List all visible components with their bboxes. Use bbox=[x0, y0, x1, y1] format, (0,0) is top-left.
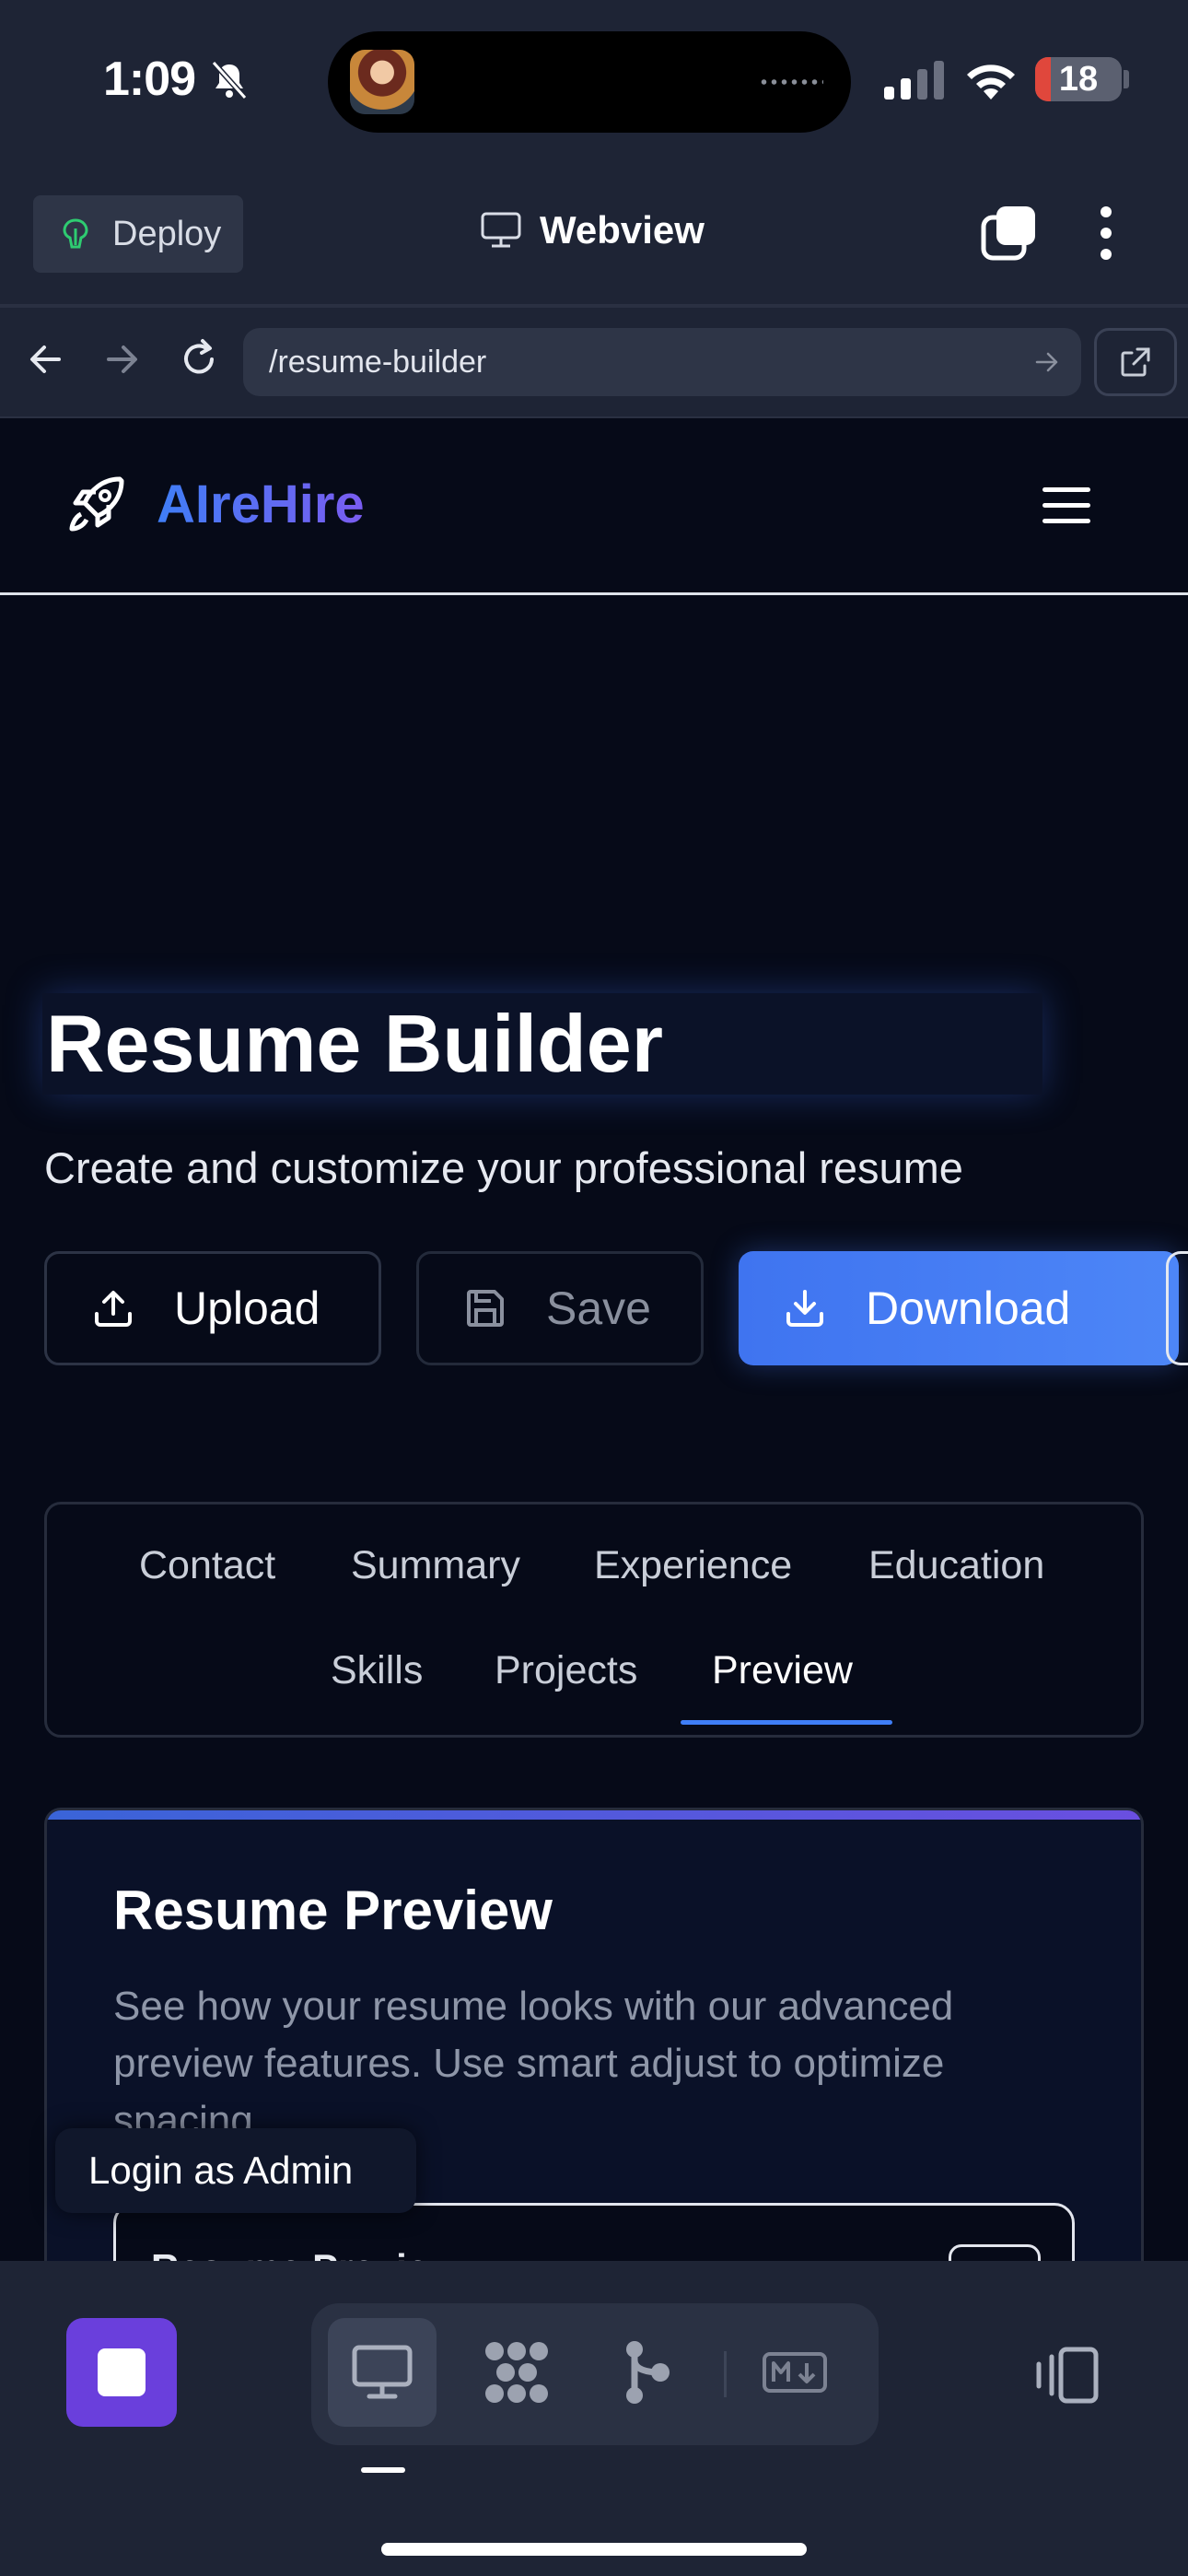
home-indicator bbox=[381, 2543, 807, 2556]
panel-toggle-icon[interactable] bbox=[1033, 2346, 1100, 2405]
active-tab-indicator bbox=[681, 1720, 892, 1725]
tool-separator bbox=[724, 2351, 727, 2397]
forward-arrow-icon[interactable] bbox=[98, 335, 146, 383]
site-header: AIreHire bbox=[0, 418, 1188, 595]
tab-projects[interactable]: Projects bbox=[495, 1648, 637, 1693]
tab-summary[interactable]: Summary bbox=[351, 1543, 520, 1588]
branch-icon bbox=[626, 2341, 670, 2404]
monitor-icon bbox=[481, 212, 521, 248]
status-time: 1:09 bbox=[103, 53, 196, 106]
page-title: Resume Builder bbox=[42, 993, 1042, 1095]
active-tool-indicator bbox=[361, 2467, 405, 2473]
go-arrow-icon[interactable] bbox=[1033, 348, 1061, 376]
monitor-icon bbox=[352, 2345, 413, 2399]
markdown-view-button[interactable] bbox=[740, 2318, 849, 2427]
upload-button[interactable]: Upload bbox=[44, 1251, 381, 1365]
download-button[interactable]: Download bbox=[739, 1251, 1179, 1365]
overflow-action-button[interactable] bbox=[1166, 1251, 1188, 1365]
activity-dots-icon bbox=[759, 77, 823, 87]
action-buttons: Upload Save Download bbox=[44, 1251, 1188, 1365]
now-playing-artwork[interactable] bbox=[350, 50, 414, 114]
url-input[interactable]: /resume-builder bbox=[243, 328, 1081, 396]
screen: 1:09 18 Deploy Webview /resume-builder A… bbox=[0, 0, 1188, 2576]
monitor-view-button[interactable] bbox=[328, 2318, 437, 2427]
view-mode-group bbox=[311, 2303, 879, 2445]
upload-label: Upload bbox=[174, 1282, 320, 1334]
wifi-icon bbox=[967, 64, 1015, 100]
cellular-signal-icon bbox=[884, 61, 944, 100]
bell-muted-icon bbox=[211, 60, 248, 100]
webview-title-text: Webview bbox=[540, 208, 705, 252]
battery-nub bbox=[1124, 70, 1129, 88]
tab-experience[interactable]: Experience bbox=[594, 1543, 792, 1588]
markdown-icon bbox=[763, 2352, 827, 2393]
download-label: Download bbox=[866, 1282, 1071, 1334]
external-link-icon bbox=[1121, 347, 1150, 377]
back-arrow-icon[interactable] bbox=[22, 335, 70, 383]
dynamic-island bbox=[328, 31, 851, 133]
battery-percent: 18 bbox=[1058, 60, 1099, 99]
webview-title: Webview bbox=[481, 208, 705, 252]
deploy-button[interactable]: Deploy bbox=[33, 195, 243, 273]
stop-button[interactable] bbox=[66, 2318, 177, 2427]
preview-description: See how your resume looks with our advan… bbox=[113, 1984, 954, 2143]
section-tabs: Contact Summary Experience Education Ski… bbox=[44, 1502, 1144, 1738]
app-toolbar: Deploy Webview bbox=[0, 175, 1188, 304]
login-as-admin-button[interactable]: Login as Admin bbox=[55, 2128, 416, 2213]
preview-card-accent bbox=[47, 1810, 1141, 1820]
battery-indicator: 18 bbox=[1035, 57, 1122, 101]
save-label: Save bbox=[546, 1282, 651, 1334]
preview-title: Resume Preview bbox=[113, 1879, 553, 1941]
more-options-icon[interactable] bbox=[1090, 205, 1122, 262]
tab-preview[interactable]: Preview bbox=[712, 1648, 853, 1693]
branch-view-button[interactable] bbox=[593, 2318, 702, 2427]
grid-icon bbox=[485, 2342, 548, 2403]
tabs-switcher-icon[interactable] bbox=[980, 205, 1037, 262]
save-icon bbox=[467, 1290, 504, 1327]
download-icon bbox=[786, 1290, 823, 1327]
brand-name: AIreHire bbox=[157, 474, 365, 534]
brand-logo[interactable]: AIreHire bbox=[64, 472, 365, 536]
browser-nav-bar: /resume-builder bbox=[0, 308, 1188, 416]
rocket-icon bbox=[69, 476, 124, 532]
tab-education[interactable]: Education bbox=[868, 1543, 1044, 1588]
save-button[interactable]: Save bbox=[416, 1251, 704, 1365]
bottom-toolbar bbox=[0, 2261, 1188, 2576]
deploy-label: Deploy bbox=[112, 214, 222, 253]
page-subtitle: Create and customize your professional r… bbox=[44, 1143, 963, 1192]
deploy-icon bbox=[63, 218, 88, 249]
tab-contact[interactable]: Contact bbox=[139, 1543, 275, 1588]
tab-skills[interactable]: Skills bbox=[331, 1648, 423, 1693]
menu-icon[interactable] bbox=[1041, 483, 1092, 529]
reload-icon[interactable] bbox=[175, 335, 223, 383]
open-external-button[interactable] bbox=[1094, 328, 1177, 396]
upload-icon bbox=[95, 1291, 132, 1327]
status-bar: 1:09 18 bbox=[0, 0, 1188, 175]
url-text: /resume-builder bbox=[269, 344, 487, 380]
grid-view-button[interactable] bbox=[462, 2318, 571, 2427]
